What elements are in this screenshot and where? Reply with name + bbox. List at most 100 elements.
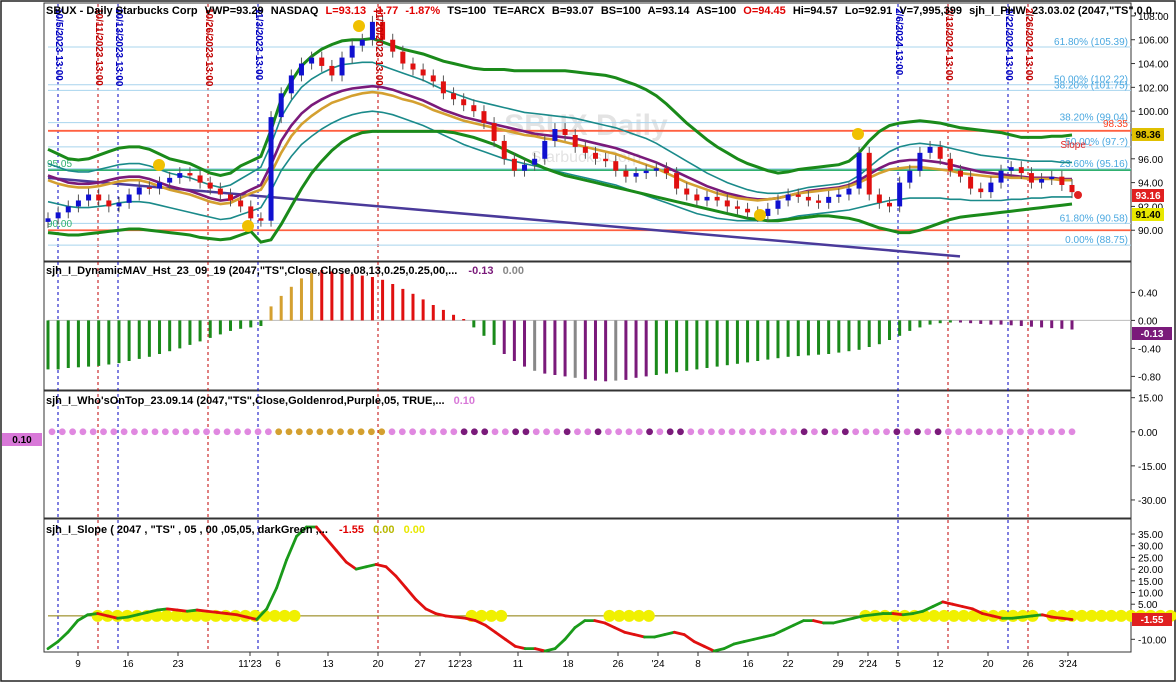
date-label: 10/26/2023 13:00 bbox=[203, 8, 214, 87]
hist-bar bbox=[218, 320, 222, 335]
candle-body bbox=[522, 164, 528, 171]
candle-body bbox=[714, 196, 720, 201]
hist-bar bbox=[969, 320, 973, 324]
dot bbox=[666, 428, 674, 436]
dot bbox=[532, 428, 540, 436]
dot bbox=[234, 428, 241, 436]
slope-segment bbox=[454, 615, 467, 620]
dot bbox=[378, 428, 386, 436]
candle-body bbox=[116, 202, 122, 207]
candle-body bbox=[947, 158, 953, 171]
candle-body bbox=[157, 182, 163, 189]
dot bbox=[707, 428, 715, 436]
dot bbox=[275, 428, 283, 436]
dot bbox=[1058, 428, 1066, 436]
hist-bar bbox=[76, 320, 80, 368]
candle-body bbox=[846, 188, 852, 195]
candle-body bbox=[55, 212, 61, 219]
candle-body bbox=[603, 158, 609, 162]
y-tick-label: 0.40 bbox=[1138, 288, 1158, 299]
candle-body bbox=[866, 152, 872, 195]
candle-body bbox=[298, 63, 304, 76]
dot bbox=[697, 428, 705, 436]
candle-body bbox=[694, 194, 700, 201]
candle-body bbox=[562, 129, 568, 135]
panel3-value2: 0.00 bbox=[373, 524, 394, 536]
y-tick-label: 25.00 bbox=[1138, 553, 1163, 564]
candle-body bbox=[511, 158, 517, 171]
candle-body bbox=[613, 161, 619, 171]
x-tick-label: 5 bbox=[895, 659, 901, 670]
ask-size: AS=100 bbox=[696, 5, 736, 17]
slope-segment bbox=[871, 612, 885, 617]
dot bbox=[285, 428, 293, 436]
hist-bar bbox=[56, 320, 60, 370]
dot bbox=[429, 428, 437, 436]
hist-bar bbox=[817, 320, 821, 355]
dot bbox=[862, 428, 870, 436]
dot bbox=[100, 428, 107, 436]
dot bbox=[151, 428, 159, 436]
hist-bar bbox=[796, 320, 800, 357]
x-tick-label: 26 bbox=[1022, 659, 1034, 670]
hist-bar bbox=[654, 320, 658, 375]
panel2-header: sjh_I_Who'sOnTop_23.09.14 (2047,"TS",Clo… bbox=[46, 395, 475, 407]
dot bbox=[172, 428, 180, 436]
fib-label: 0.00% (88.75) bbox=[1065, 235, 1128, 246]
candle-body bbox=[491, 123, 497, 141]
dot bbox=[89, 428, 97, 436]
hist-bar bbox=[208, 320, 212, 338]
slope-segment bbox=[175, 608, 189, 613]
hist-bar bbox=[279, 295, 283, 321]
fib-label: 61.80% (105.39) bbox=[1054, 37, 1128, 48]
symbol: SBUX - Daily Starbucks Corp bbox=[46, 5, 198, 17]
hist-bar bbox=[999, 320, 1003, 325]
hist-bar bbox=[705, 320, 709, 368]
candle-body bbox=[440, 81, 446, 94]
dot bbox=[141, 428, 149, 436]
candle-body bbox=[248, 206, 254, 219]
dot bbox=[347, 428, 355, 436]
dot bbox=[841, 428, 849, 436]
candle-body bbox=[207, 182, 213, 189]
fib-label: 23.60% (95.16) bbox=[1060, 159, 1128, 170]
hist-bar bbox=[604, 320, 608, 382]
hist-bar bbox=[928, 320, 932, 325]
dot bbox=[975, 428, 983, 436]
slope-segment bbox=[1030, 613, 1044, 618]
slope-segment bbox=[1060, 616, 1074, 621]
slope-segment bbox=[205, 609, 219, 614]
badge-91-40-text: 91.40 bbox=[1135, 210, 1160, 221]
candle-body bbox=[501, 140, 507, 159]
dot bbox=[594, 428, 602, 436]
dot bbox=[687, 428, 695, 436]
dot bbox=[965, 428, 973, 436]
hist-bar bbox=[158, 320, 162, 354]
dot bbox=[522, 428, 530, 436]
dot bbox=[790, 428, 798, 436]
dot bbox=[625, 428, 633, 436]
dot bbox=[852, 428, 860, 436]
dot bbox=[79, 428, 87, 436]
candle-body bbox=[663, 168, 669, 174]
hist-bar bbox=[502, 320, 506, 354]
candle-body bbox=[704, 196, 710, 201]
hist-bar bbox=[1050, 320, 1054, 329]
dot bbox=[584, 428, 592, 436]
date-label: 2/6/2024 13:00 bbox=[893, 8, 904, 76]
bid-size: BS=100 bbox=[601, 5, 641, 17]
dot bbox=[471, 428, 478, 436]
y-tick-label: -15.00 bbox=[1138, 462, 1167, 473]
hist-bar bbox=[1060, 320, 1064, 329]
badge-panel3-text: -1.55 bbox=[1141, 615, 1164, 626]
dot bbox=[986, 428, 993, 436]
candle-body bbox=[674, 173, 680, 189]
slope-segment bbox=[215, 611, 229, 615]
slope-segment bbox=[891, 612, 905, 617]
slope-segment bbox=[155, 607, 169, 612]
candle-body bbox=[653, 168, 659, 171]
hist-bar bbox=[756, 320, 760, 361]
candle-body bbox=[957, 170, 963, 177]
slope-segment bbox=[444, 614, 458, 619]
hist-bar bbox=[685, 320, 689, 371]
